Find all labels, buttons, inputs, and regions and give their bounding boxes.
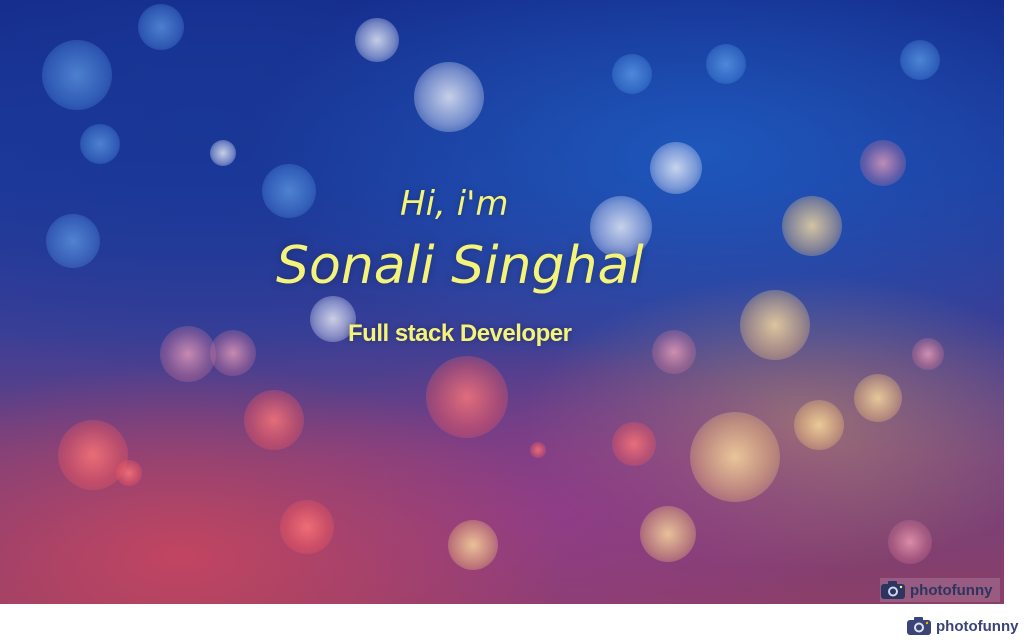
bokeh-light	[900, 40, 940, 80]
bokeh-light	[530, 442, 546, 458]
bokeh-light	[652, 330, 696, 374]
bokeh-light	[355, 18, 399, 62]
bokeh-light	[58, 420, 128, 490]
bokeh-light	[42, 40, 112, 110]
name-heading: Sonali Singhal	[276, 236, 644, 296]
watermark-text: photofunny	[910, 581, 993, 599]
bokeh-light	[160, 326, 216, 382]
hero-background: Hi, i'm Sonali Singhal Full stack Develo…	[0, 0, 1004, 604]
watermark-text: photofunny	[936, 617, 1019, 635]
bokeh-light	[262, 164, 316, 218]
bokeh-light	[244, 390, 304, 450]
bokeh-light	[80, 124, 120, 164]
bokeh-light	[782, 196, 842, 256]
bokeh-light	[210, 330, 256, 376]
bokeh-light	[210, 140, 236, 166]
bokeh-light	[116, 460, 142, 486]
bokeh-light	[640, 506, 696, 562]
bokeh-light	[448, 520, 498, 570]
photofunny-watermark: photofunny	[880, 578, 1000, 602]
camera-icon	[906, 616, 932, 636]
bokeh-light	[426, 356, 508, 438]
bokeh-light	[690, 412, 780, 502]
greeting-text: Hi, i'm	[400, 184, 509, 224]
bokeh-light	[414, 62, 484, 132]
bokeh-light	[854, 374, 902, 422]
bokeh-light	[794, 400, 844, 450]
photofunny-watermark: photofunny	[906, 614, 1022, 638]
bokeh-light	[612, 422, 656, 466]
bokeh-light	[46, 214, 100, 268]
bokeh-light	[280, 500, 334, 554]
bokeh-light	[740, 290, 810, 360]
bokeh-light	[912, 338, 944, 370]
bokeh-light	[706, 44, 746, 84]
bokeh-light	[860, 140, 906, 186]
bokeh-light	[612, 54, 652, 94]
bokeh-light	[138, 4, 184, 50]
role-subtitle: Full stack Developer	[348, 320, 572, 347]
camera-icon	[880, 580, 906, 600]
bokeh-light	[888, 520, 932, 564]
bokeh-light	[650, 142, 702, 194]
